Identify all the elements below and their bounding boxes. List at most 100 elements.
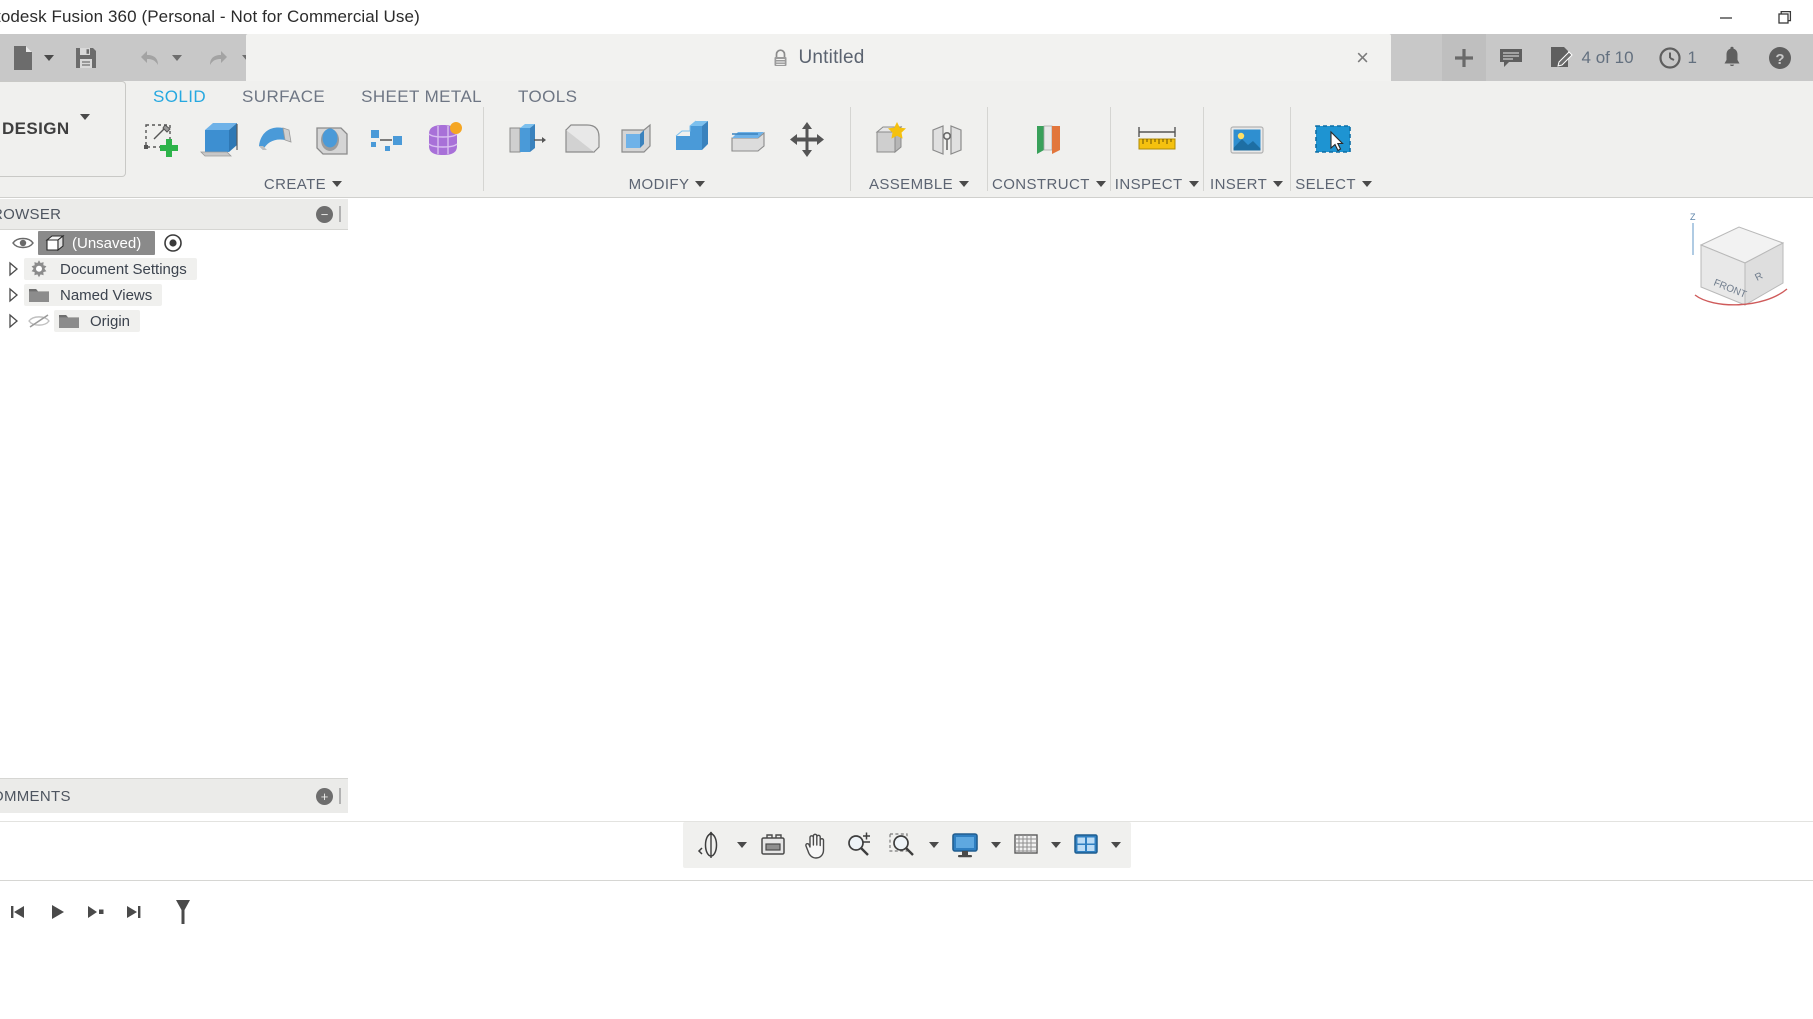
close-tab-button[interactable]: ×: [1356, 46, 1369, 69]
assemble-dropdown-caret[interactable]: [959, 181, 970, 187]
comments-panel-button[interactable]: [1486, 34, 1536, 81]
browser-header: ROWSER −: [0, 199, 348, 230]
pan-hand-button[interactable]: [795, 822, 837, 868]
construct-dropdown-caret[interactable]: [1095, 181, 1106, 187]
timeline-play-button[interactable]: [38, 887, 76, 937]
viewports-dropdown-caret[interactable]: [1107, 822, 1125, 868]
orbit-dropdown-caret[interactable]: [733, 822, 751, 868]
help-button[interactable]: ?: [1755, 34, 1805, 81]
ribbon-panel-inspect-label[interactable]: INSPECT: [1115, 173, 1199, 195]
zoom-button[interactable]: [837, 822, 881, 868]
fillet-button[interactable]: [552, 109, 608, 171]
tabbar-right-group: 4 of 10 1 ?: [1441, 34, 1813, 81]
ribbon-panels: CREATE MODIFY ASSEMBLE CONSTRUCT INSPECT…: [127, 107, 1813, 197]
new-file-dropdown-caret[interactable]: [42, 34, 56, 81]
browser-title: ROWSER: [0, 205, 62, 223]
comments-resize-grip[interactable]: [337, 787, 342, 805]
workspace-selector[interactable]: DESIGN: [0, 81, 126, 177]
timeline-begin-button[interactable]: [0, 887, 38, 937]
ribbon-panel-modify: MODIFY: [488, 107, 846, 197]
hole-button[interactable]: [303, 109, 359, 171]
display-settings-dropdown-caret[interactable]: [987, 822, 1005, 868]
eye-hidden-icon[interactable]: [24, 312, 54, 330]
browser-item-unsaved-selection[interactable]: (Unsaved): [38, 231, 156, 255]
new-component-button[interactable]: [863, 109, 919, 171]
restore-button[interactable]: [1755, 0, 1813, 34]
edits-status-button[interactable]: 4 of 10: [1536, 34, 1646, 81]
fit-window-dropdown-caret[interactable]: [925, 822, 943, 868]
design-canvas[interactable]: Z FRONT R: [348, 199, 1813, 821]
select-window-button[interactable]: [1303, 109, 1365, 171]
ribbon-panel-create: CREATE: [127, 107, 479, 197]
measure-button[interactable]: [1126, 109, 1188, 171]
timeline-step-button[interactable]: [76, 887, 114, 937]
history-status-button[interactable]: 1: [1646, 34, 1709, 81]
combine-button[interactable]: [664, 109, 720, 171]
navigation-bar-area: [0, 821, 1813, 880]
help-icon: ?: [1767, 45, 1793, 71]
revolve-button[interactable]: [247, 109, 303, 171]
browser-item-document-settings-label: Document Settings: [60, 260, 187, 278]
redo-button[interactable]: [198, 34, 240, 81]
create-sketch-button[interactable]: [135, 109, 191, 171]
viewports-button[interactable]: [1065, 822, 1107, 868]
grid-snaps-button[interactable]: [1005, 822, 1047, 868]
expand-arrow-icon[interactable]: [2, 313, 24, 329]
fit-window-button[interactable]: [881, 822, 925, 868]
browser-item-unsaved-label: (Unsaved): [72, 234, 142, 252]
extrude-button[interactable]: [191, 109, 247, 171]
move-copy-button[interactable]: [776, 109, 838, 171]
display-settings-button[interactable]: [943, 822, 987, 868]
expand-arrow-icon[interactable]: [2, 261, 24, 277]
inspect-label-text: INSPECT: [1114, 175, 1183, 193]
browser-item-origin-chip[interactable]: Origin: [54, 310, 141, 332]
ribbon-panel-modify-label[interactable]: MODIFY: [629, 173, 706, 195]
insert-image-button[interactable]: [1216, 109, 1278, 171]
shell-button[interactable]: [608, 109, 664, 171]
save-button[interactable]: [66, 34, 106, 81]
expand-arrow-icon[interactable]: [2, 287, 24, 303]
orbit-button[interactable]: [689, 822, 733, 868]
notifications-button[interactable]: [1709, 34, 1755, 81]
browser-item-document-settings[interactable]: Document Settings: [0, 256, 348, 282]
ribbon-panel-insert-label[interactable]: INSERT: [1210, 173, 1284, 195]
inspect-dropdown-caret[interactable]: [1188, 181, 1199, 187]
view-cube[interactable]: Z FRONT R: [1683, 209, 1803, 319]
ribbon-panel-create-label[interactable]: CREATE: [264, 173, 343, 195]
browser-item-origin[interactable]: Origin: [0, 308, 348, 334]
pattern-button[interactable]: [359, 109, 415, 171]
undo-dropdown-caret[interactable]: [170, 34, 184, 81]
grid-snaps-dropdown-caret[interactable]: [1047, 822, 1065, 868]
press-pull-button[interactable]: [496, 109, 552, 171]
browser-collapse-button[interactable]: −: [316, 205, 333, 223]
browser-item-unsaved[interactable]: (Unsaved): [0, 230, 348, 256]
eye-icon[interactable]: [8, 235, 38, 251]
fusion360-window: todesk Fusion 360 (Personal - Not for Co…: [0, 0, 1813, 1019]
undo-button[interactable]: [128, 34, 170, 81]
browser-item-named-views[interactable]: Named Views: [0, 282, 348, 308]
create-form-button[interactable]: [415, 109, 471, 171]
create-dropdown-caret[interactable]: [332, 181, 343, 187]
document-tab-untitled[interactable]: Untitled ×: [246, 34, 1391, 81]
new-tab-button[interactable]: [1441, 34, 1486, 81]
insert-dropdown-caret[interactable]: [1273, 181, 1284, 187]
timeline-marker-button[interactable]: [164, 887, 202, 937]
ribbon-panel-select-label[interactable]: SELECT: [1295, 173, 1372, 195]
split-face-button[interactable]: [720, 109, 776, 171]
add-comment-button[interactable]: +: [316, 787, 333, 805]
new-file-button[interactable]: [4, 34, 42, 81]
browser-resize-grip[interactable]: [337, 205, 342, 223]
ribbon-panel-assemble-label[interactable]: ASSEMBLE: [869, 173, 970, 195]
ribbon-panel-construct-label[interactable]: CONSTRUCT: [992, 173, 1106, 195]
browser-item-document-settings-chip[interactable]: Document Settings: [24, 258, 197, 280]
joint-button[interactable]: [919, 109, 975, 171]
look-at-button[interactable]: [751, 822, 795, 868]
radio-target-icon[interactable]: [163, 233, 183, 253]
minimize-button[interactable]: [1697, 0, 1755, 34]
browser-item-named-views-chip[interactable]: Named Views: [24, 284, 163, 306]
workspace-dropdown-caret[interactable]: [79, 114, 90, 138]
offset-plane-button[interactable]: [1018, 109, 1080, 171]
modify-dropdown-caret[interactable]: [695, 181, 706, 187]
select-dropdown-caret[interactable]: [1361, 181, 1372, 187]
timeline-end-button[interactable]: [114, 887, 152, 937]
